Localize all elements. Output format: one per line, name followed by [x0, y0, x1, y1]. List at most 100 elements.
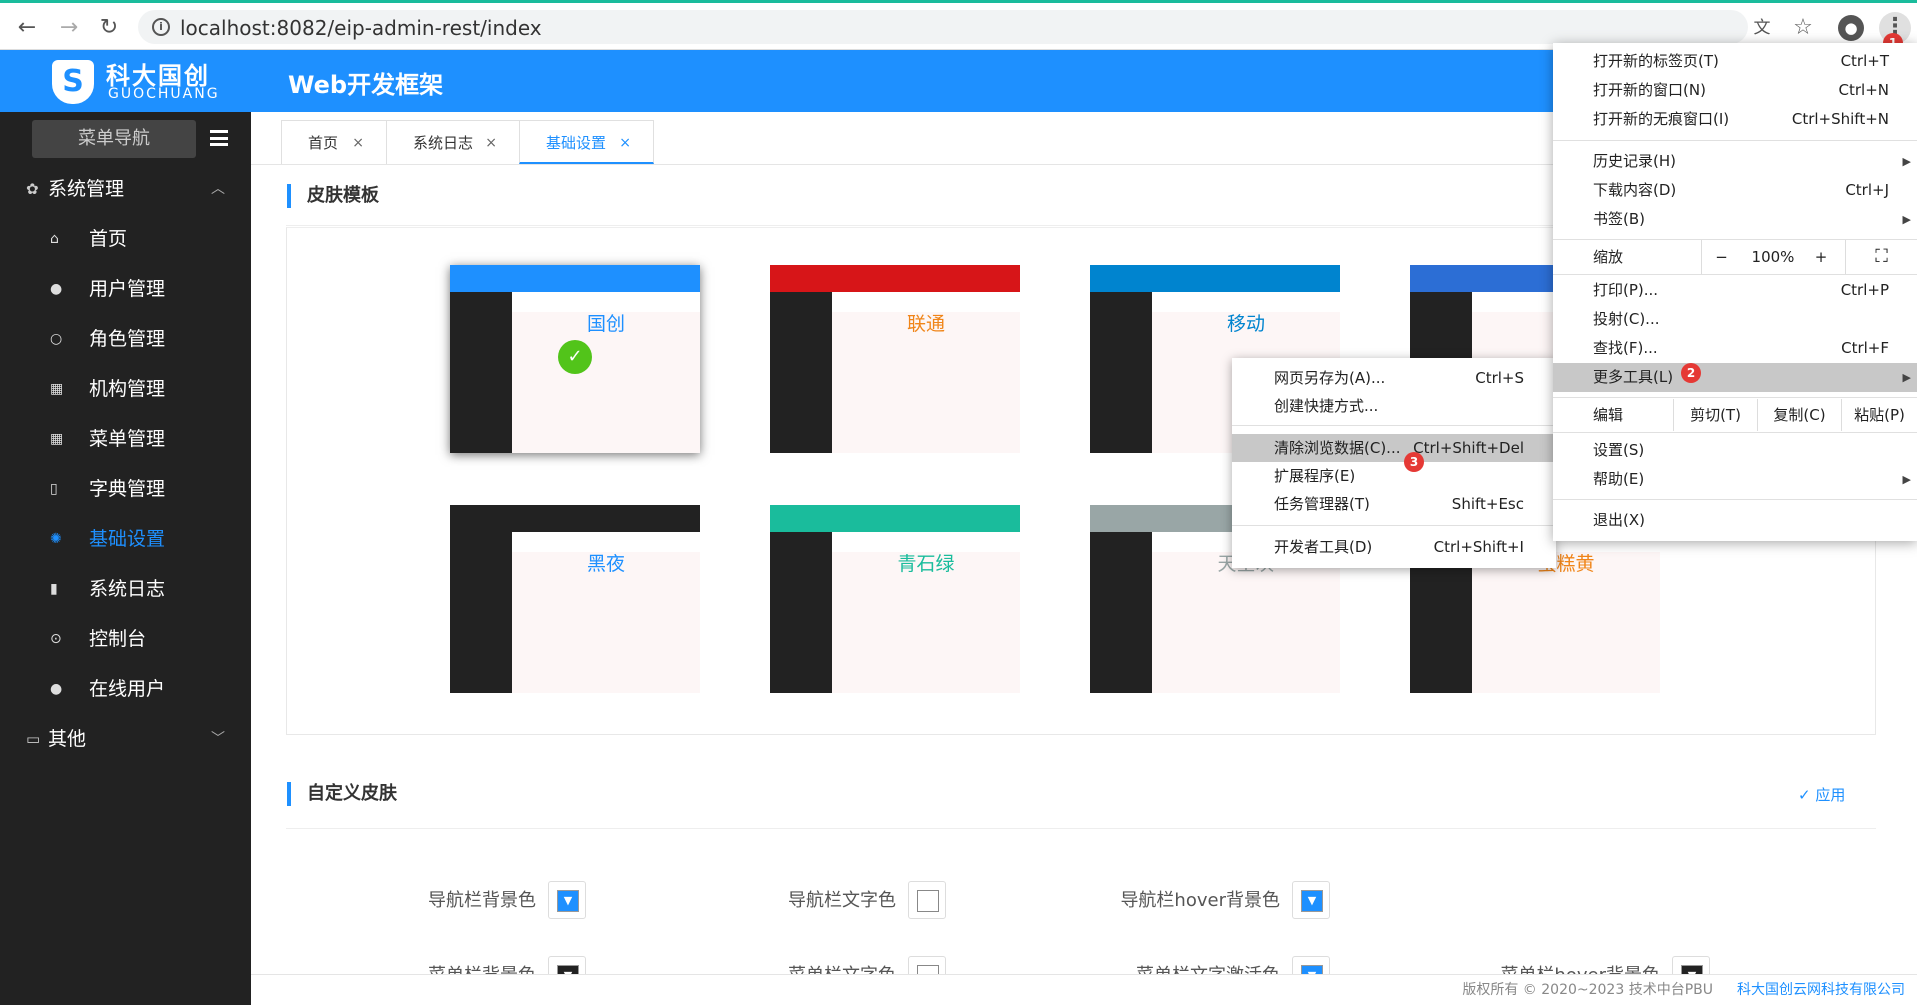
book-icon: ▯: [50, 481, 58, 497]
sidebar-item-roles[interactable]: ○ 角色管理: [0, 314, 251, 364]
forward-arrow-icon[interactable]: →: [54, 13, 84, 43]
menu-item-print[interactable]: 打印(P)... Ctrl+P: [1553, 276, 1917, 305]
menu-item-shortcut: Ctrl+Shift+I: [1433, 538, 1524, 556]
menu-item-create-shortcut[interactable]: 创建快捷方式...: [1232, 392, 1556, 420]
menu-item-history[interactable]: 历史记录(H) ▶: [1553, 147, 1917, 176]
menu-item-new-tab[interactable]: 打开新的标签页(T) Ctrl+T: [1553, 47, 1917, 76]
sidebar-item-label: 菜单管理: [89, 428, 166, 450]
address-bar[interactable]: i localhost:8082/eip-admin-rest/index: [138, 10, 1748, 44]
sidebar-item-console[interactable]: ⊙ 控制台: [0, 614, 251, 664]
skin-card-guochuang[interactable]: 国创 ✓: [450, 265, 700, 453]
company-link[interactable]: 科大国创云网科技有限公司: [1737, 975, 1905, 1005]
skin-top-bar: [770, 505, 1020, 532]
menu-item-devtools[interactable]: 开发者工具(D) Ctrl+Shift+I: [1232, 533, 1556, 561]
menu-item-more-tools[interactable]: 更多工具(L) ▶: [1553, 363, 1917, 392]
menu-item-incognito[interactable]: 打开新的无痕窗口(I) Ctrl+Shift+N: [1553, 105, 1917, 134]
skin-side-bar: [770, 292, 832, 453]
menu-nav-label: 菜单导航: [32, 120, 196, 158]
close-icon[interactable]: ×: [352, 121, 364, 165]
site-info-icon[interactable]: i: [152, 18, 170, 36]
menu-item-new-window[interactable]: 打开新的窗口(N) Ctrl+N: [1553, 76, 1917, 105]
menu-item-label: 打开新的无痕窗口(I): [1593, 110, 1730, 128]
menu-item-settings[interactable]: 设置(S): [1553, 436, 1917, 465]
menu-separator: [1232, 425, 1596, 426]
menu-toggle-icon[interactable]: [210, 130, 228, 146]
skin-side-bar: [450, 532, 512, 693]
skin-name: 国创: [586, 313, 625, 335]
gear-icon: ✿: [26, 180, 39, 198]
step-badge-2: 2: [1681, 363, 1701, 383]
menu-item-bookmarks[interactable]: 书签(B) ▶: [1553, 205, 1917, 234]
tab-settings[interactable]: 基础设置 ×: [519, 120, 654, 164]
sidebar-item-logs[interactable]: ▮ 系统日志: [0, 564, 251, 614]
menu-item-label: 书签(B): [1593, 210, 1645, 228]
group-label: 系统管理: [48, 178, 125, 200]
sidebar-item-home[interactable]: ⌂ 首页: [0, 214, 251, 264]
grid-icon: ▦: [50, 381, 64, 397]
nav-bg-color-picker[interactable]: ▼: [548, 881, 586, 919]
menu-item-shortcut: Ctrl+S: [1475, 369, 1524, 387]
menu-separator: [1553, 140, 1917, 141]
menu-item-exit[interactable]: 退出(X): [1553, 506, 1917, 535]
menu-item-help[interactable]: 帮助(E) ▶: [1553, 465, 1917, 494]
nav-text-color-picker[interactable]: [908, 881, 946, 919]
chrome-main-menu: 打开新的标签页(T) Ctrl+T 打开新的窗口(N) Ctrl+N 打开新的无痕窗…: [1553, 43, 1917, 541]
menu-item-extensions[interactable]: 扩展程序(E): [1232, 462, 1556, 490]
skin-section-title: 皮肤模板: [287, 184, 379, 208]
tab-logs[interactable]: 系统日志 ×: [386, 120, 520, 164]
tab-label: 基础设置: [546, 134, 607, 152]
menu-item-label: 开发者工具(D): [1274, 538, 1373, 556]
translate-icon[interactable]: 文: [1748, 14, 1776, 42]
menu-item-cast[interactable]: 投射(C)...: [1553, 305, 1917, 334]
sidebar-item-online[interactable]: ● 在线用户: [0, 664, 251, 714]
close-icon[interactable]: ×: [619, 121, 631, 165]
sidebar-group-system[interactable]: ✿ 系统管理 ︿: [0, 164, 251, 214]
sidebar-item-label: 字典管理: [89, 478, 166, 500]
skin-top-bar: [1090, 265, 1340, 292]
nav-hover-color-picker[interactable]: ▼: [1292, 881, 1330, 919]
sidebar-group-other[interactable]: ▭ 其他 ﹀: [0, 714, 251, 764]
sidebar-item-label: 基础设置: [89, 528, 166, 550]
copy-button[interactable]: 复制(C): [1757, 399, 1841, 431]
sidebar-item-menus[interactable]: ▦ 菜单管理: [0, 414, 251, 464]
tab-home[interactable]: 首页 ×: [281, 120, 387, 164]
menu-item-find[interactable]: 查找(F)... Ctrl+F: [1553, 334, 1917, 363]
sidebar-item-orgs[interactable]: ▦ 机构管理: [0, 364, 251, 414]
sidebar-item-label: 机构管理: [89, 378, 166, 400]
zoom-out-button[interactable]: −: [1701, 240, 1741, 274]
menu-item-downloads[interactable]: 下载内容(D) Ctrl+J: [1553, 176, 1917, 205]
menu-item-label: 打开新的标签页(T): [1593, 52, 1719, 70]
skin-card-unicom[interactable]: 联通: [770, 265, 1020, 453]
reload-icon[interactable]: ↻: [94, 13, 124, 43]
fullscreen-icon[interactable]: ⛶: [1845, 240, 1917, 274]
menu-item-label: 扩展程序(E): [1274, 467, 1356, 485]
skin-top-bar: [450, 265, 700, 292]
zoom-value: 100%: [1751, 248, 1795, 266]
menu-item-label: 任务管理器(T): [1274, 495, 1370, 513]
zoom-in-button[interactable]: +: [1803, 240, 1839, 274]
bookmark-star-icon[interactable]: ☆: [1789, 14, 1817, 42]
close-icon[interactable]: ×: [485, 121, 497, 165]
back-arrow-icon[interactable]: ←: [12, 13, 42, 43]
chevron-right-icon: ▶: [1902, 473, 1911, 486]
sidebar-item-dict[interactable]: ▯ 字典管理: [0, 464, 251, 514]
app-title: Web开发框架: [288, 71, 444, 99]
profile-avatar-icon[interactable]: ●: [1838, 15, 1864, 41]
sidebar-item-users[interactable]: ● 用户管理: [0, 264, 251, 314]
menu-separator: [1553, 432, 1917, 433]
sidebar-item-settings[interactable]: ✺ 基础设置: [0, 514, 251, 564]
menu-item-task-manager[interactable]: 任务管理器(T) Shift+Esc: [1232, 490, 1556, 518]
cut-button[interactable]: 剪切(T): [1673, 399, 1757, 431]
menu-item-save-page[interactable]: 网页另存为(A)... Ctrl+S: [1232, 364, 1556, 392]
skin-top-bar: [450, 505, 700, 532]
check-icon: ✓: [558, 340, 592, 374]
menu-item-shortcut: Ctrl+F: [1841, 339, 1889, 357]
menu-item-clear-data[interactable]: 清除浏览数据(C)... Ctrl+Shift+Del: [1232, 434, 1556, 462]
skin-side-bar: [450, 292, 512, 453]
skin-card-night[interactable]: 黑夜: [450, 505, 700, 693]
menu-item-label: 创建快捷方式...: [1274, 397, 1379, 415]
skin-card-green[interactable]: 青石绿: [770, 505, 1020, 693]
paste-button[interactable]: 粘贴(P): [1841, 399, 1917, 431]
apply-button[interactable]: ✓ 应用: [1798, 784, 1845, 805]
menu-separator: [1553, 499, 1917, 500]
